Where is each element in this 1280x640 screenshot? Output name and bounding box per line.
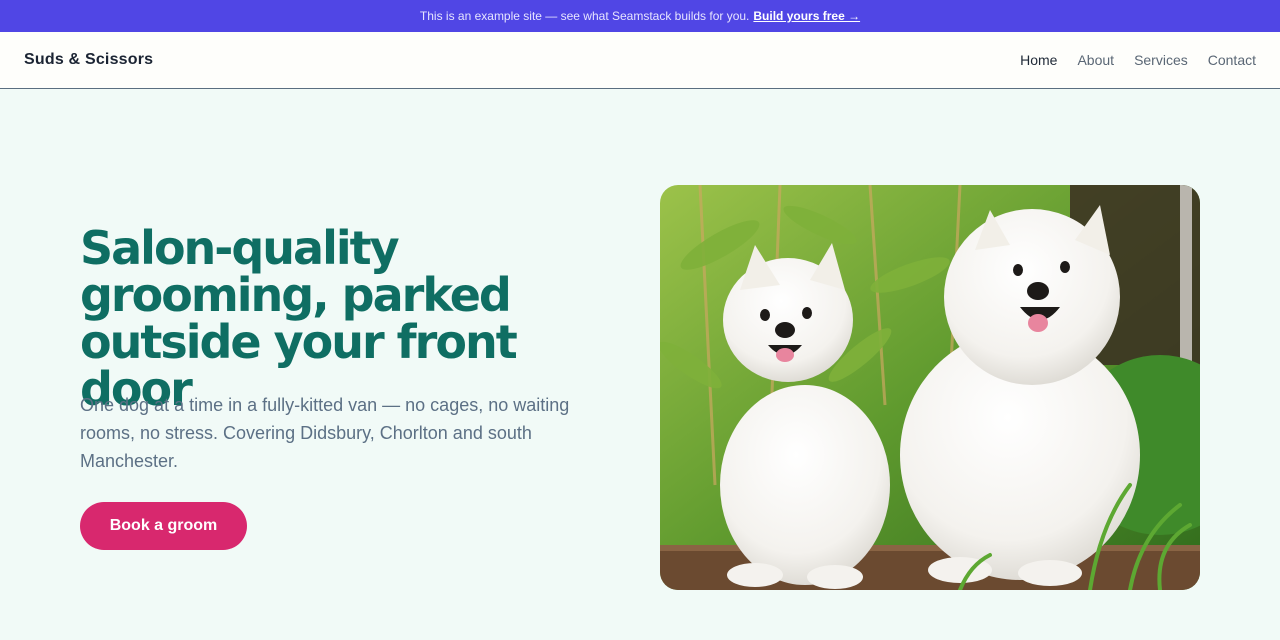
build-yours-free-link[interactable]: Build yours free → bbox=[753, 9, 860, 23]
hero-subtext: One dog at a time in a fully-kitted van … bbox=[80, 395, 570, 471]
nav-link-home[interactable]: Home bbox=[1020, 52, 1057, 68]
nav-link-contact[interactable]: Contact bbox=[1208, 52, 1256, 68]
nav-link-about[interactable]: About bbox=[1077, 52, 1114, 68]
promo-banner-text: This is an example site — see what Seams… bbox=[419, 9, 750, 23]
samoyed-dogs-illustration bbox=[660, 185, 1200, 590]
main-nav: Home About Services Contact bbox=[1020, 52, 1256, 68]
hero-dog-photo bbox=[660, 185, 1200, 590]
nav-link-services[interactable]: Services bbox=[1134, 52, 1188, 68]
brand-logo-text[interactable]: Suds & Scissors bbox=[24, 51, 153, 69]
site-header: Suds & Scissors Home About Services Cont… bbox=[0, 32, 1280, 89]
book-a-groom-button[interactable]: Book a groom bbox=[80, 502, 247, 550]
hero-headline: Salon-quality grooming, parked outside y… bbox=[80, 221, 518, 416]
promo-banner: This is an example site — see what Seams… bbox=[0, 0, 1280, 32]
hero-section: Salon-quality grooming, parked outside y… bbox=[0, 89, 1280, 640]
